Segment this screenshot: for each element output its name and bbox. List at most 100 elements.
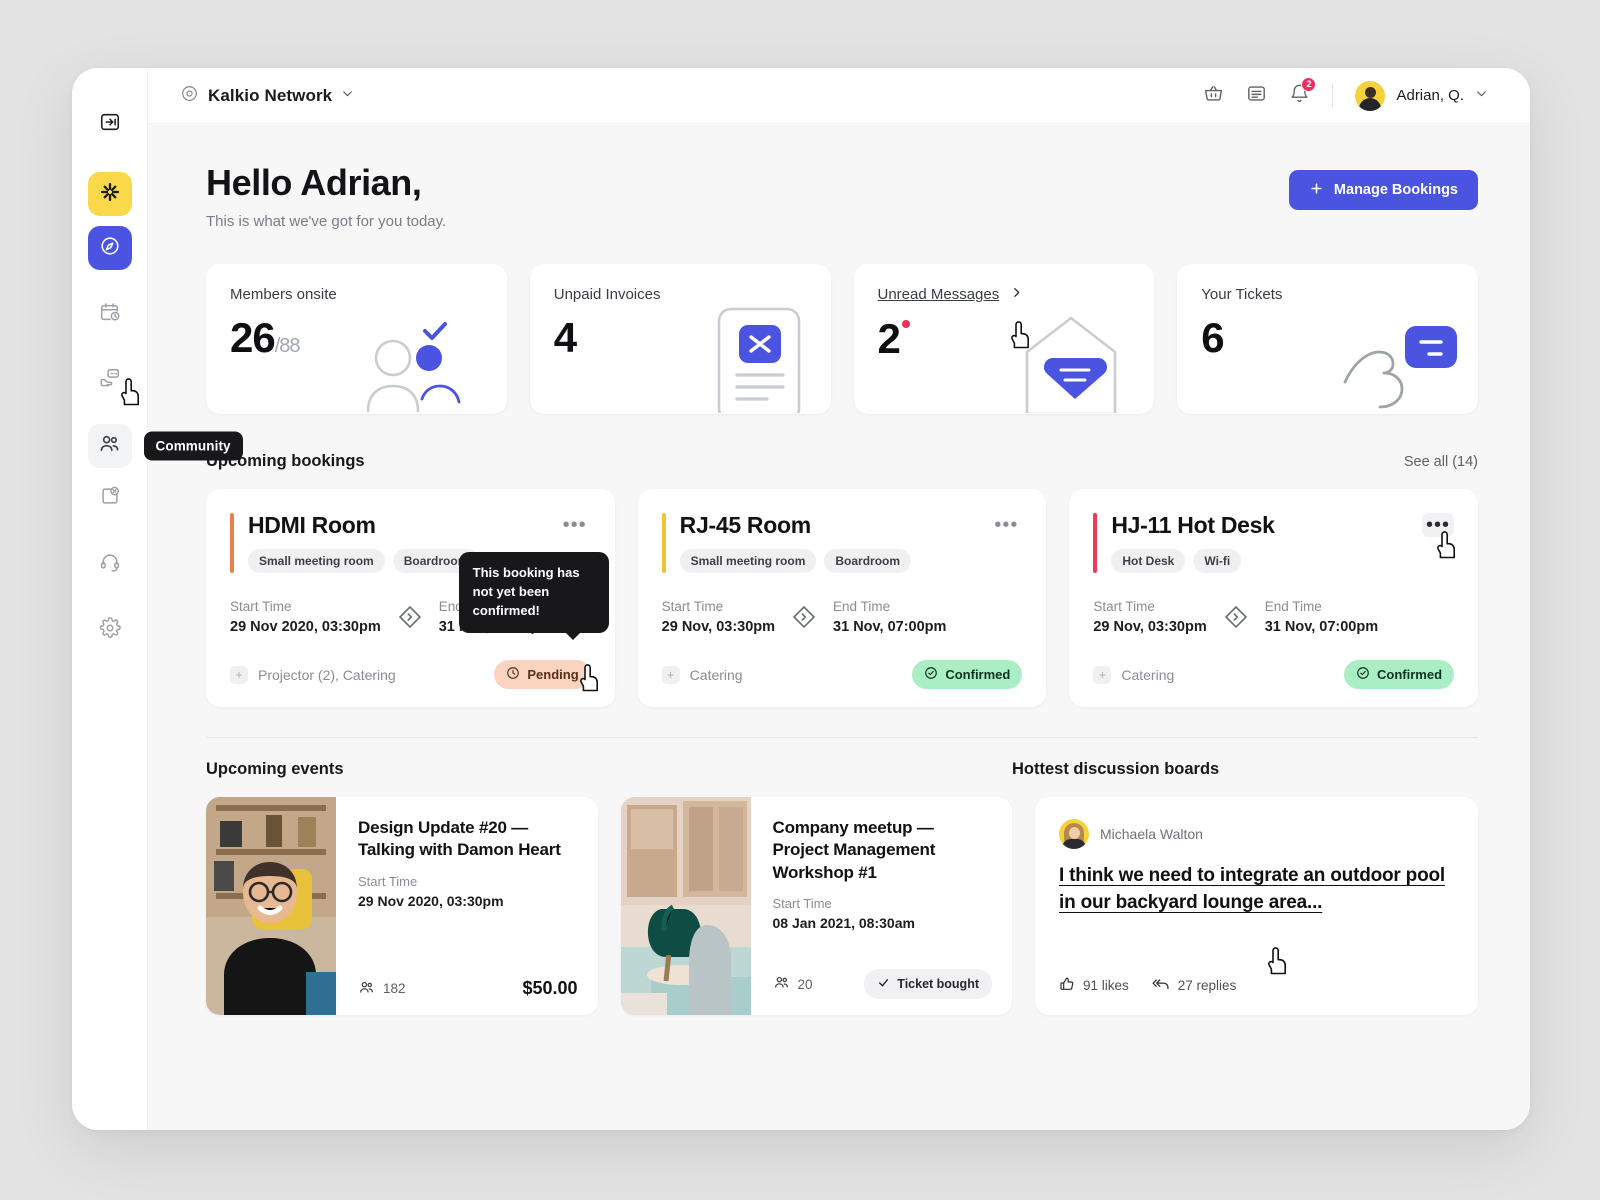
inbox-icon xyxy=(1246,83,1267,109)
discussion-footer: 91 likes 27 replies xyxy=(1059,975,1454,995)
booking-tag: Wi-fi xyxy=(1193,549,1241,573)
stat-card-unpaid-invoices[interactable]: Unpaid Invoices 4 xyxy=(530,264,831,414)
discussion-post-title[interactable]: I think we need to integrate an outdoor … xyxy=(1059,863,1454,917)
reply-all-icon xyxy=(1151,975,1170,995)
events-list: Design Update #20 — Talking with Damon H… xyxy=(206,797,1012,1015)
status-label: Confirmed xyxy=(1377,667,1442,682)
workspace-selector[interactable]: Kalkio Network xyxy=(180,84,354,108)
event-card[interactable]: Company meetup — Project Management Work… xyxy=(621,797,1013,1015)
sidebar-item-collapse-panel[interactable] xyxy=(88,102,132,146)
booking-amenities: + Catering xyxy=(662,666,743,684)
asterisk-logo-icon xyxy=(98,180,122,209)
ticket-bought-label: Ticket bought xyxy=(897,977,979,991)
booking-title: RJ-45 Room xyxy=(680,513,911,538)
check-circle-icon xyxy=(1356,666,1370,683)
basket-button[interactable] xyxy=(1203,83,1224,109)
booking-amenities-label: Catering xyxy=(1121,667,1174,683)
page-subtitle: This is what we've got for you today. xyxy=(206,213,446,230)
app-window: Community xyxy=(72,68,1530,1130)
stat-label: Unpaid Invoices xyxy=(554,286,807,303)
booking-card[interactable]: HDMI Room Small meeting room Boardroom •… xyxy=(206,489,615,707)
attendees-count: 182 xyxy=(383,981,406,996)
sidebar-item-bookings[interactable] xyxy=(88,292,132,336)
check-icon xyxy=(877,976,890,992)
main-area: Kalkio Network xyxy=(148,68,1530,1130)
tag-percent-icon xyxy=(99,485,121,512)
booking-more-options-button[interactable]: ••• xyxy=(559,513,591,537)
event-body: Design Update #20 — Talking with Damon H… xyxy=(336,797,598,1015)
sidebar-item-deals[interactable] xyxy=(88,476,132,520)
plus-icon xyxy=(1309,181,1324,200)
booking-card[interactable]: HJ-11 Hot Desk Hot Desk Wi-fi ••• Start … xyxy=(1069,489,1478,707)
status-badge[interactable]: Confirmed xyxy=(912,660,1022,689)
topbar-actions: 2 Adrian, Q. xyxy=(1203,81,1488,111)
booking-tags: Small meeting room Boardroom xyxy=(680,549,911,573)
arrow-right-diamond-icon xyxy=(1223,604,1249,630)
dashboard-content: Hello Adrian, This is what we've got for… xyxy=(148,124,1530,1130)
booking-footer: + Catering Confirmed xyxy=(662,638,1023,689)
arrow-right-diamond-icon xyxy=(791,604,817,630)
event-card[interactable]: Design Update #20 — Talking with Damon H… xyxy=(206,797,598,1015)
status-badge[interactable]: Confirmed xyxy=(1344,660,1454,689)
stat-label: Members onsite xyxy=(230,286,483,303)
booking-more-options-button[interactable]: ••• xyxy=(990,513,1022,537)
user-menu[interactable]: Adrian, Q. xyxy=(1355,81,1488,111)
end-time-label: End Time xyxy=(1265,599,1378,614)
booking-tag: Hot Desk xyxy=(1111,549,1185,573)
booking-amenities: + Projector (2), Catering xyxy=(230,666,396,684)
booking-times: Start Time 29 Nov, 03:30pm End Time 31 N… xyxy=(662,599,1023,635)
discussion-card[interactable]: Michaela Walton I think we need to integ… xyxy=(1035,797,1478,1015)
stat-card-unread-messages[interactable]: Unread Messages 2 xyxy=(854,264,1155,414)
booking-pending-tooltip: This booking has not yet been confirmed! xyxy=(459,552,609,633)
end-time-value: 31 Nov, 07:00pm xyxy=(1265,619,1378,635)
booking-tag: Small meeting room xyxy=(680,549,817,573)
start-time-label: Start Time xyxy=(1093,599,1206,614)
start-time-value: 29 Nov 2020, 03:30pm xyxy=(230,619,381,635)
plus-icon: + xyxy=(662,666,680,684)
arrow-right-diamond-icon xyxy=(397,604,423,630)
event-footer: 20 Ticket bought xyxy=(773,969,993,999)
stat-card-members-onsite[interactable]: Members onsite 26/88 xyxy=(206,264,507,414)
user-name: Adrian, Q. xyxy=(1396,87,1464,104)
attendees-count: 20 xyxy=(798,977,813,992)
booking-amenities-label: Projector (2), Catering xyxy=(258,667,396,683)
headset-icon xyxy=(99,551,121,578)
notifications-button[interactable]: 2 xyxy=(1289,83,1310,109)
sidebar-item-settings[interactable] xyxy=(88,608,132,652)
event-price: $50.00 xyxy=(522,978,577,999)
event-attendees: 182 xyxy=(358,979,406,999)
see-all-bookings-link[interactable]: See all (14) xyxy=(1404,454,1478,470)
sidebar-item-community[interactable]: Community xyxy=(88,424,132,468)
booking-card[interactable]: RJ-45 Room Small meeting room Boardroom … xyxy=(638,489,1047,707)
unread-messages-link[interactable]: Unread Messages xyxy=(878,286,1000,303)
sidebar-item-payments[interactable] xyxy=(88,358,132,402)
start-time-block: Start Time 29 Nov, 03:30pm xyxy=(1093,599,1206,635)
sidebar-item-dashboard[interactable] xyxy=(88,226,132,270)
status-badge[interactable]: Pending xyxy=(494,660,590,689)
end-time-label: End Time xyxy=(833,599,946,614)
hero-section: Hello Adrian, This is what we've got for… xyxy=(206,162,1478,230)
gear-icon xyxy=(99,617,121,644)
booking-header: RJ-45 Room Small meeting room Boardroom … xyxy=(662,513,1023,573)
manage-bookings-button[interactable]: Manage Bookings xyxy=(1289,170,1478,210)
page-title: Hello Adrian, xyxy=(206,162,446,204)
calendar-clock-icon xyxy=(99,301,121,328)
plus-icon: + xyxy=(230,666,248,684)
start-time-label: Start Time xyxy=(230,599,381,614)
end-time-value: 31 Nov, 07:00pm xyxy=(833,619,946,635)
sidebar-item-support[interactable] xyxy=(88,542,132,586)
people-icon xyxy=(98,432,121,460)
booking-more-options-button[interactable]: ••• xyxy=(1422,513,1454,537)
section-title-events: Upcoming events xyxy=(206,760,1012,779)
plus-icon: + xyxy=(1093,666,1111,684)
discussion-author: Michaela Walton xyxy=(1059,819,1454,849)
top-bar: Kalkio Network xyxy=(148,68,1530,124)
start-time-block: Start Time 29 Nov 2020, 03:30pm xyxy=(230,599,381,635)
sidebar-item-brand-logo[interactable] xyxy=(88,172,132,216)
stat-card-your-tickets[interactable]: Your Tickets 6 xyxy=(1177,264,1478,414)
avatar xyxy=(1059,819,1089,849)
inbox-button[interactable] xyxy=(1246,83,1267,109)
thumbs-up-icon xyxy=(1059,976,1075,995)
sidebar: Community xyxy=(72,68,148,1130)
booking-title: HJ-11 Hot Desk xyxy=(1111,513,1274,538)
